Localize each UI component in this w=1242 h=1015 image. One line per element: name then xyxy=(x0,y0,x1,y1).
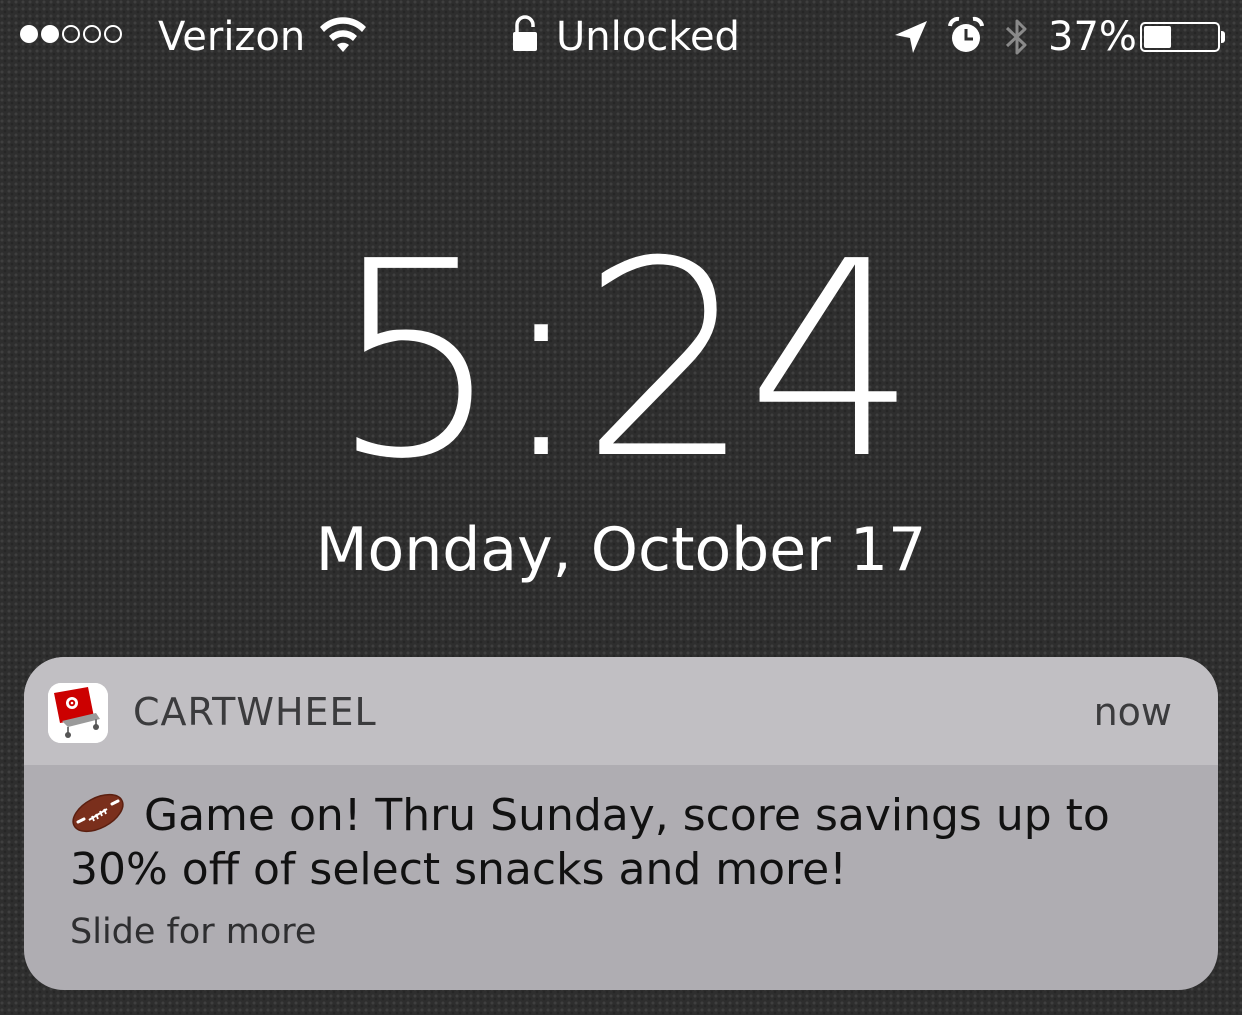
notification-app-name: CARTWHEEL xyxy=(133,690,377,734)
location-arrow-icon xyxy=(895,21,927,53)
notification-message-block: Game on! Thru Sunday, score savings up t… xyxy=(70,789,1180,897)
battery-fill xyxy=(1144,26,1171,48)
lock-status-label: Unlocked xyxy=(556,14,740,60)
signal-dot-empty xyxy=(104,25,122,43)
cartwheel-app-icon xyxy=(48,683,108,743)
lock-icon xyxy=(513,15,537,51)
notification-header: CARTWHEEL now xyxy=(24,657,1218,765)
notification-action-hint[interactable]: Slide for more xyxy=(70,910,316,954)
signal-dot-filled xyxy=(41,25,59,43)
lock-screen-time: 5:24 xyxy=(329,203,918,518)
battery-icon xyxy=(1140,22,1220,52)
lock-screen-date: Monday, October 17 xyxy=(315,515,927,585)
cellular-signal-icon xyxy=(20,25,122,43)
notification-message: Game on! Thru Sunday, score savings up t… xyxy=(70,790,1110,895)
signal-dot-filled xyxy=(20,25,38,43)
alarm-icon xyxy=(948,16,984,52)
wifi-icon xyxy=(320,17,366,52)
football-icon xyxy=(72,793,124,833)
bluetooth-icon xyxy=(1005,19,1027,55)
notification-card[interactable]: CARTWHEEL now Game on! Thru Sunday, scor… xyxy=(24,657,1218,990)
signal-dot-empty xyxy=(83,25,101,43)
notification-time: now xyxy=(1093,690,1172,734)
carrier-name: Verizon xyxy=(158,14,306,60)
cartwheel-cart-icon xyxy=(48,683,108,743)
signal-dot-empty xyxy=(62,25,80,43)
status-bar: Verizon Unlocked 37% xyxy=(0,0,1242,76)
battery-percent: 37% xyxy=(1048,14,1137,60)
battery-tip xyxy=(1221,31,1225,43)
